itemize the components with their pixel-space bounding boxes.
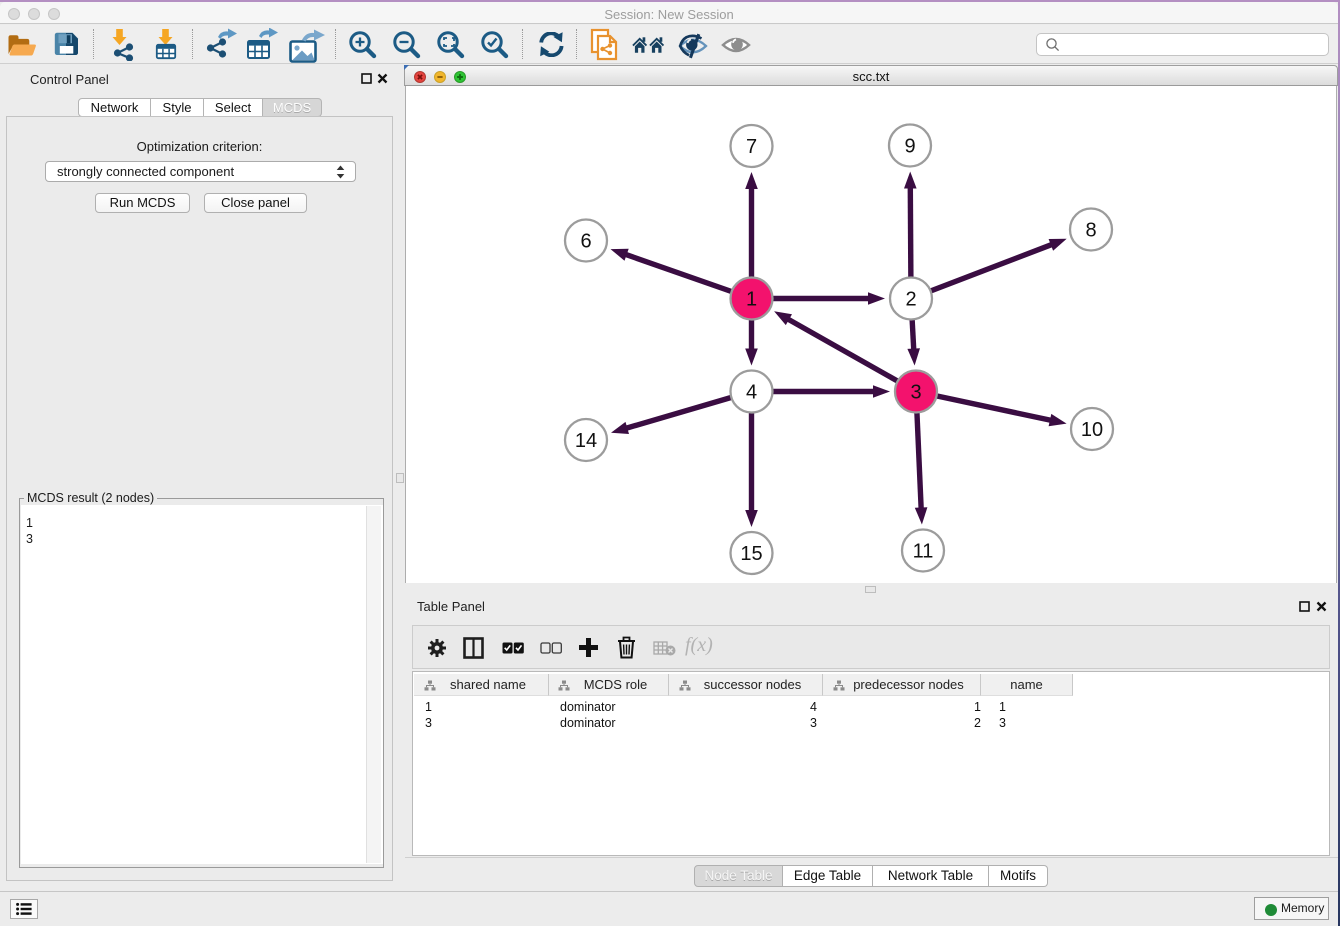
svg-text:6: 6 (580, 230, 591, 252)
svg-text:1: 1 (745, 288, 756, 310)
svg-text:2: 2 (905, 288, 916, 310)
svg-text:9: 9 (904, 135, 915, 157)
svg-text:11: 11 (912, 540, 933, 562)
svg-text:14: 14 (574, 430, 596, 452)
svg-text:10: 10 (1080, 419, 1102, 441)
svg-text:3: 3 (910, 381, 921, 403)
svg-text:7: 7 (745, 136, 756, 158)
svg-text:8: 8 (1085, 219, 1096, 241)
svg-text:15: 15 (740, 543, 762, 565)
svg-text:4: 4 (745, 381, 756, 403)
